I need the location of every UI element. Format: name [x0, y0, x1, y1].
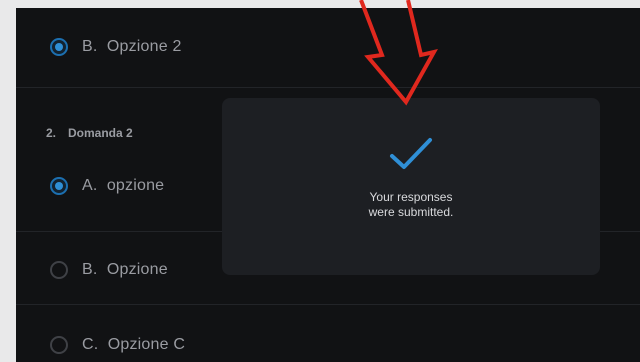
toast-message: Your responses were submitted. [222, 190, 600, 220]
radio-unselected-icon[interactable] [50, 336, 68, 354]
checkmark-icon [390, 138, 432, 169]
q2-option-c-label: C. Opzione C [82, 336, 186, 353]
q2-option-b-label: B. Opzione [82, 261, 168, 278]
radio-selected-icon[interactable] [50, 177, 68, 195]
radio-unselected-icon[interactable] [50, 261, 68, 279]
radio-selected-icon[interactable] [50, 38, 68, 56]
q2-option-b[interactable]: B. Opzione [50, 255, 168, 285]
question-2-title: 2. Domanda 2 [46, 126, 133, 140]
toast-message-line-1: Your responses [369, 190, 453, 204]
q2-option-a[interactable]: A. opzione [50, 171, 164, 201]
q2-option-c[interactable]: C. Opzione C [50, 330, 185, 360]
q1-option-b[interactable]: B. Opzione 2 [50, 32, 182, 62]
divider [16, 87, 640, 88]
survey-screen: B. Opzione 2 2. Domanda 2 A. opzione B. O… [16, 8, 640, 362]
divider [16, 304, 640, 305]
q1-option-b-label: B. Opzione 2 [82, 38, 182, 55]
q2-option-a-label: A. opzione [82, 177, 165, 194]
red-arrow-down-icon [359, 0, 438, 106]
toast-message-line-2: were submitted. [368, 205, 454, 219]
submission-confirmation-toast: Your responses were submitted. [222, 98, 600, 275]
